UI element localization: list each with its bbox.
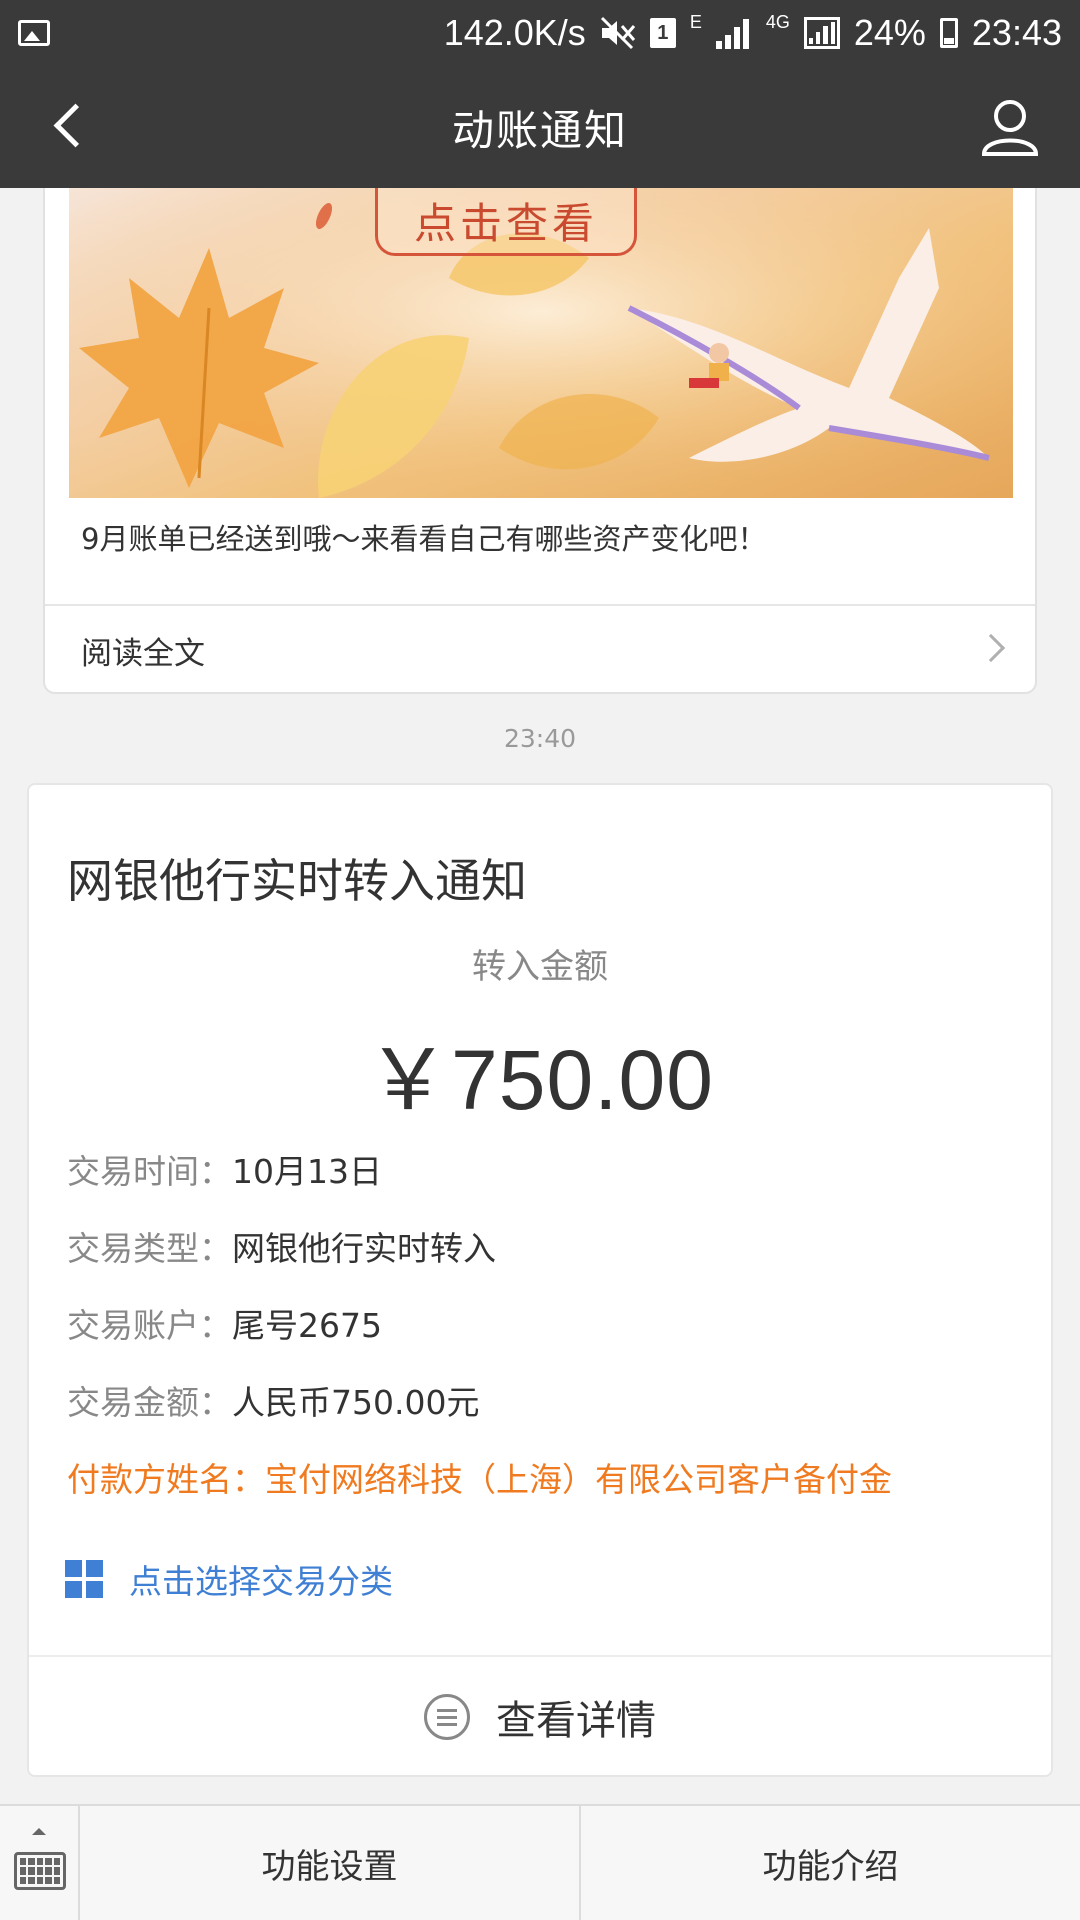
detail-key: 交易类型： [67, 1229, 232, 1268]
detail-key: 交易账户： [67, 1306, 232, 1345]
payer-value: 宝付网络科技（上海）有限公司客户备付金 [265, 1460, 892, 1499]
detail-value: 人民币750.00元 [232, 1383, 480, 1422]
page-title: 动账通知 [451, 105, 628, 155]
network-type-4g: 4G [765, 12, 790, 32]
keyboard-icon [14, 1852, 66, 1890]
read-more-label: 阅读全文 [81, 635, 205, 672]
detail-row-amount: 交易金额： 人民币750.00元 [67, 1376, 479, 1424]
select-category-link[interactable]: 点击选择交易分类 [65, 1555, 393, 1603]
detail-row-account: 交易账户： 尾号2675 [67, 1299, 382, 1347]
amount-label: 转入金额 [472, 947, 608, 987]
image-notification-icon [18, 20, 50, 46]
sim-slot-icon: 1 [649, 18, 676, 48]
nav-bar: 动账通知 [0, 66, 1080, 188]
grid-icon [65, 1560, 103, 1598]
status-bar: 142.0K/s 1 E 4G 24% 23:43 [0, 0, 1080, 66]
detail-value: 10月13日 [232, 1152, 382, 1191]
detail-key: 交易时间： [67, 1152, 232, 1191]
back-icon[interactable] [44, 102, 94, 152]
transaction-notice-card[interactable]: 网银他行实时转入通知 转入金额 ￥750.00 交易时间： 10月13日 交易类… [27, 783, 1053, 1777]
notice-title: 网银他行实时转入通知 [67, 854, 527, 908]
payer-key: 付款方姓名： [67, 1460, 265, 1499]
autumn-banner-image[interactable]: 点击查看 [69, 188, 1013, 498]
read-more-link[interactable]: 阅读全文 [45, 606, 1035, 692]
detail-key: 交易金额： [67, 1383, 232, 1422]
detail-value: 尾号2675 [232, 1306, 382, 1345]
article-summary: 9月账单已经送到哦～来看看自己有哪些资产变化吧！ [81, 522, 767, 556]
chevron-right-icon [976, 633, 1006, 663]
signal-icon [715, 17, 752, 49]
mute-icon [600, 16, 635, 50]
network-speed: 142.0K/s [443, 12, 586, 53]
clock: 23:43 [971, 12, 1062, 53]
detail-row-time: 交易时间： 10月13日 [67, 1145, 382, 1193]
list-icon [424, 1694, 470, 1740]
banner-view-button[interactable]: 点击查看 [375, 188, 637, 256]
view-detail-button[interactable]: 查看详情 [29, 1657, 1051, 1777]
keyboard-toggle-button[interactable] [0, 1806, 80, 1920]
detail-row-payer: 付款方姓名： 宝付网络科技（上海）有限公司客户备付金 [67, 1453, 892, 1501]
battery-icon [939, 18, 958, 48]
detail-value: 网银他行实时转入 [232, 1229, 496, 1268]
user-icon[interactable] [980, 96, 1040, 158]
article-card[interactable]: 点击查看 9月账单已经送到哦～来看看自己有哪些资产变化吧！ 阅读全文 [43, 188, 1037, 694]
battery-percent: 24% [853, 12, 926, 53]
network-type-e: E [689, 12, 702, 32]
signal-icon-2 [803, 17, 840, 49]
view-detail-label: 查看详情 [496, 1698, 656, 1744]
bottom-menu-bar: 功能设置 功能介绍 [0, 1804, 1080, 1920]
message-timestamp: 23:40 [503, 724, 577, 753]
amount-value: ￥750.00 [366, 1033, 714, 1127]
detail-row-type: 交易类型： 网银他行实时转入 [67, 1222, 496, 1270]
function-intro-button[interactable]: 功能介绍 [579, 1806, 1080, 1920]
function-settings-button[interactable]: 功能设置 [80, 1806, 579, 1920]
select-category-label: 点击选择交易分类 [129, 1562, 393, 1601]
